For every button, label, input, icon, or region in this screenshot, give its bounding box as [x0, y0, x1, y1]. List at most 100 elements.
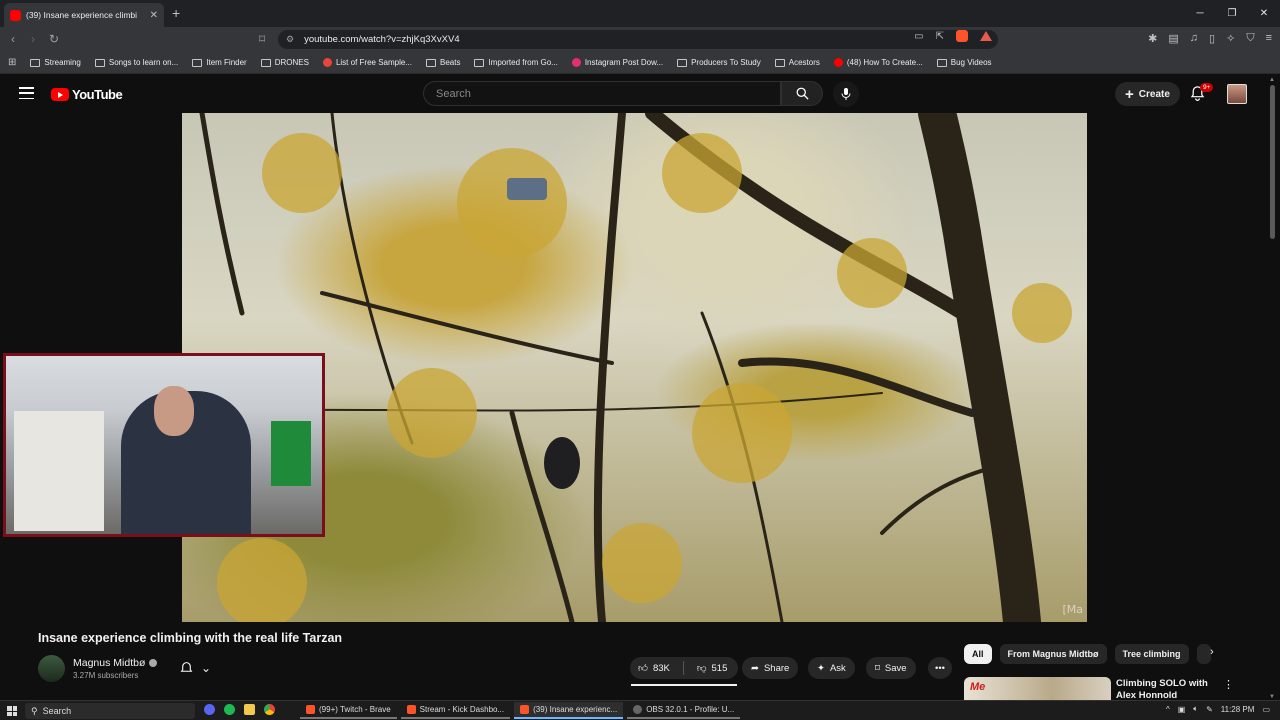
- tray-overflow-icon[interactable]: ^: [1166, 705, 1170, 714]
- share-button[interactable]: ➦ Share: [742, 657, 799, 679]
- tab-title: (39) Insane experience climbi: [26, 10, 138, 20]
- volume-icon[interactable]: 🔈︎: [1193, 704, 1198, 714]
- spotify-icon[interactable]: [224, 704, 235, 715]
- tab-search-icon[interactable]: ▤: [1168, 32, 1178, 45]
- menu-icon[interactable]: ≡: [1266, 32, 1272, 45]
- network-icon[interactable]: ▣: [1178, 705, 1186, 714]
- browser-tab-active[interactable]: (39) Insane experience climbi ✕: [4, 3, 164, 27]
- youtube-wordmark: YouTube: [72, 87, 123, 102]
- save-button[interactable]: ⌑ Save: [866, 657, 916, 679]
- related-video-title[interactable]: Climbing SOLO with Alex Honnold: [1116, 678, 1216, 700]
- taskbar-app-label: Stream - Kick Dashbo...: [419, 705, 505, 714]
- brave-icon: [520, 705, 530, 714]
- restore-icon[interactable]: ❐: [1216, 0, 1248, 27]
- cast-icon[interactable]: ▭: [914, 31, 923, 42]
- bookmark-item[interactable]: Bug Videos: [936, 58, 992, 67]
- search-input[interactable]: [436, 87, 780, 100]
- notification-badge: 9+: [1200, 83, 1214, 92]
- channel-name-row[interactable]: Magnus Midtbø: [73, 657, 158, 669]
- chip-tree-climbing[interactable]: Tree climbing: [1114, 644, 1189, 664]
- extensions-icon[interactable]: ✱: [1148, 32, 1157, 45]
- bookmark-item[interactable]: List of Free Sample...: [322, 58, 412, 67]
- discord-icon[interactable]: [204, 704, 215, 715]
- bookmark-item[interactable]: Instagram Post Dow...: [571, 58, 663, 67]
- scroll-up-icon[interactable]: ▲: [1269, 77, 1275, 83]
- folder-icon: [30, 58, 41, 67]
- browser-tab-strip: (39) Insane experience climbi ✕ + ─ ❐ ✕: [0, 0, 1280, 27]
- search-button[interactable]: [781, 81, 823, 106]
- bookmark-item[interactable]: (48) How To Create...: [833, 58, 923, 67]
- taskbar-app-label: (39) Insane experienc...: [533, 705, 618, 714]
- bookmark-item[interactable]: Item Finder: [192, 58, 247, 67]
- share-page-icon[interactable]: ⇱: [936, 31, 944, 42]
- reload-icon[interactable]: ↻: [49, 32, 59, 46]
- music-icon[interactable]: ♫: [1190, 32, 1198, 45]
- subscription-notifications-button[interactable]: ⌄: [174, 657, 217, 679]
- notification-center-icon[interactable]: ▭: [1262, 705, 1270, 714]
- voice-search-button[interactable]: [833, 81, 859, 107]
- pen-icon[interactable]: ✎: [1206, 705, 1213, 714]
- verified-icon: [149, 659, 158, 667]
- like-button[interactable]: 👍︎ 83K: [630, 657, 678, 679]
- bookmark-label: (48) How To Create...: [846, 58, 923, 67]
- minimize-icon[interactable]: ─: [1184, 0, 1216, 27]
- sidebar-icon[interactable]: ▯: [1209, 32, 1215, 45]
- hamburger-menu-icon[interactable]: [19, 87, 34, 99]
- new-tab-icon[interactable]: +: [172, 5, 180, 21]
- more-vertical-icon[interactable]: ⋮: [1223, 678, 1234, 691]
- more-actions-button[interactable]: •••: [928, 657, 952, 679]
- webcam-green-screen: [271, 421, 311, 486]
- plus-icon: +: [1125, 85, 1134, 103]
- chip-from-channel[interactable]: From Magnus Midtbø: [999, 644, 1107, 664]
- bookmark-item[interactable]: Songs to learn on...: [94, 58, 178, 67]
- bookmark-item[interactable]: Imported from Go...: [474, 58, 558, 67]
- create-button[interactable]: + Create: [1115, 82, 1180, 106]
- dislike-button[interactable]: 👎︎ 515: [689, 657, 736, 679]
- account-avatar[interactable]: [1227, 84, 1247, 104]
- bookmark-label: List of Free Sample...: [335, 58, 412, 67]
- folder-icon: [774, 58, 785, 67]
- address-bar[interactable]: ⚙ youtube.com/watch?v=zhjKq3XvXV4: [278, 30, 998, 49]
- brave-shields-icon[interactable]: [956, 30, 968, 42]
- leo-ai-icon[interactable]: ✧: [1226, 32, 1235, 45]
- chip-all[interactable]: All: [964, 644, 992, 664]
- bookmark-item[interactable]: DRONES: [260, 58, 309, 67]
- youtube-play-icon: [51, 88, 69, 101]
- bookmark-item[interactable]: Streaming: [30, 58, 81, 67]
- thumbs-down-icon: 👎︎: [696, 663, 707, 674]
- vpn-icon[interactable]: ⛉: [1246, 32, 1254, 45]
- youtube-logo[interactable]: YouTube: [51, 87, 123, 102]
- scrollbar-thumb[interactable]: [1270, 85, 1275, 239]
- windows-start-icon[interactable]: [7, 706, 17, 716]
- taskbar-search[interactable]: ⚲ Search: [25, 703, 195, 719]
- chip-partial[interactable]: [1196, 644, 1211, 664]
- page-scrollbar[interactable]: ▲ ▼: [1268, 77, 1278, 700]
- back-icon[interactable]: ‹: [11, 32, 15, 46]
- taskbar-app-youtube[interactable]: (39) Insane experienc...: [514, 702, 624, 719]
- channel-avatar[interactable]: [38, 655, 65, 682]
- bookmark-item[interactable]: Beats: [425, 58, 460, 67]
- bookmark-item[interactable]: Acestors: [774, 58, 820, 67]
- taskbar-app-kick[interactable]: Stream - Kick Dashbo...: [400, 702, 511, 719]
- webcam-overlay: [3, 353, 325, 537]
- related-video-thumbnail[interactable]: Me: [964, 677, 1111, 700]
- close-tab-icon[interactable]: ✕: [150, 10, 158, 21]
- taskbar-clock[interactable]: 11:28 PM: [1221, 705, 1255, 714]
- bookmark-item[interactable]: Producers To Study: [677, 58, 761, 67]
- taskbar-app-twitch[interactable]: (99+) Twitch - Brave: [300, 702, 397, 719]
- taskbar-app-obs[interactable]: OBS 32.0.1 - Profile: U...: [627, 702, 741, 719]
- bookmark-label: Streaming: [44, 58, 81, 67]
- like-separator: [682, 661, 684, 675]
- site-info-icon[interactable]: ⚙: [286, 34, 294, 45]
- close-window-icon[interactable]: ✕: [1248, 0, 1280, 27]
- ask-button[interactable]: ✦ Ask: [808, 657, 855, 679]
- forward-icon[interactable]: ›: [31, 32, 35, 46]
- file-explorer-icon[interactable]: [244, 704, 255, 715]
- chrome-icon[interactable]: [264, 704, 275, 715]
- bookmark-page-icon[interactable]: ⌑: [259, 32, 265, 46]
- brave-rewards-icon[interactable]: [980, 31, 992, 41]
- taskbar-search-label: Search: [42, 706, 72, 716]
- apps-grid-icon[interactable]: ⊞: [8, 57, 16, 68]
- bookmark-label: Producers To Study: [691, 58, 761, 67]
- chevron-right-icon[interactable]: ›: [1210, 646, 1214, 658]
